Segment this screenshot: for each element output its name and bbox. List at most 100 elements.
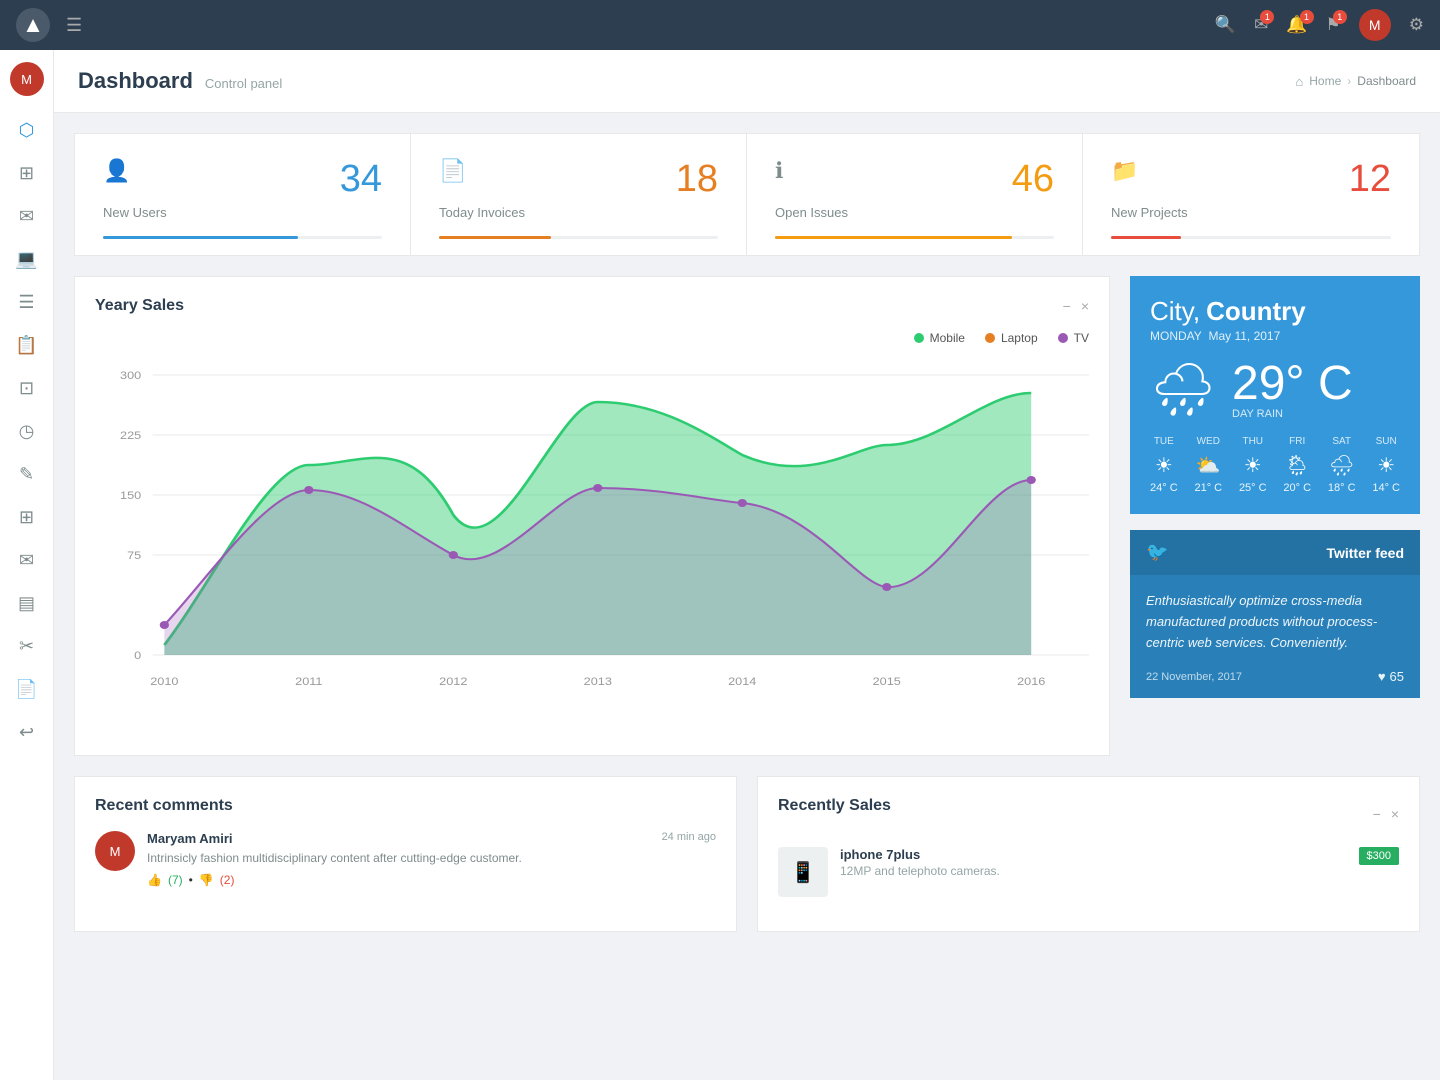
sales-price: $300: [1359, 847, 1399, 865]
stat-bar-fill-users: [103, 236, 298, 239]
sidebar-item-document[interactable]: 📄: [0, 671, 53, 708]
legend-tv: TV: [1058, 331, 1089, 345]
stat-label-issues: Open Issues: [775, 205, 1054, 220]
svg-text:2012: 2012: [439, 675, 467, 688]
sidebar-item-table[interactable]: ⊞: [0, 499, 53, 536]
forecast-sun-label: SUN: [1372, 436, 1400, 447]
sales-chart: 300 225 150 75 0 2010 2011 2012 2013 201…: [95, 355, 1089, 735]
bottom-row: Recent comments M Maryam Amiri 24 min ag…: [74, 776, 1420, 932]
sidebar-item-box[interactable]: ⊡: [0, 370, 53, 407]
comment-author: Maryam Amiri: [147, 831, 233, 846]
tv-dot-4: [593, 484, 602, 492]
invoice-icon: 📄: [439, 158, 466, 184]
stat-top: 👤 34: [103, 158, 382, 201]
thumbs-down-count: (2): [220, 873, 235, 887]
recently-sales-title: Recently Sales: [778, 797, 891, 815]
sidebar-item-mail[interactable]: ✉: [0, 198, 53, 235]
sidebar-item-laptop[interactable]: 💻: [0, 241, 53, 278]
chart-header: Yeary Sales − ×: [95, 297, 1089, 315]
forecast-tue-temp: 24° C: [1150, 482, 1178, 494]
breadcrumb-home[interactable]: Home: [1309, 74, 1341, 88]
settings-icon[interactable]: ⚙: [1409, 15, 1424, 35]
breadcrumb: ⌂ Home › Dashboard: [1295, 74, 1416, 89]
forecast-wed-label: WED: [1194, 436, 1222, 447]
sidebar-item-note[interactable]: ✎: [0, 456, 53, 493]
svg-text:2016: 2016: [1017, 675, 1046, 688]
flag-icon[interactable]: ⚑ 1: [1326, 15, 1341, 35]
legend-label-laptop: Laptop: [1001, 331, 1038, 345]
stats-row: 👤 34 New Users 📄 18 Today Invoices ℹ 46: [74, 133, 1420, 256]
sidebar-item-clock[interactable]: ◷: [0, 413, 53, 450]
breadcrumb-separator: ›: [1347, 74, 1351, 88]
sidebar-item-copy[interactable]: 📋: [0, 327, 53, 364]
bell-icon[interactable]: 🔔 1: [1286, 15, 1307, 35]
sales-minimize-button[interactable]: −: [1373, 806, 1381, 822]
page-header: Dashboard Control panel ⌂ Home › Dashboa…: [54, 50, 1440, 113]
legend-label-tv: TV: [1074, 331, 1089, 345]
mail-icon[interactable]: ✉ 1: [1254, 15, 1268, 35]
sales-close-button[interactable]: ×: [1391, 806, 1399, 822]
sidebar-item-dashboard[interactable]: ⬡: [0, 112, 53, 149]
sidebar-item-tool[interactable]: ✂: [0, 628, 53, 665]
stat-number-issues: 46: [1012, 158, 1054, 201]
weather-condition: DAY RAIN: [1232, 408, 1353, 420]
svg-text:2013: 2013: [584, 675, 613, 688]
comment-text: Intrinsicly fashion multidisciplinary co…: [147, 849, 716, 867]
comment-avatar: M: [95, 831, 135, 871]
chart-close-button[interactable]: ×: [1081, 298, 1089, 314]
legend-label-mobile: Mobile: [930, 331, 965, 345]
twitter-like-count: 65: [1390, 669, 1404, 684]
forecast-fri: FRI 🌦 20° C: [1283, 436, 1311, 494]
topnav-left: ▲ ☰: [16, 8, 82, 42]
chart-controls: − ×: [1063, 298, 1089, 314]
weather-country: Country: [1206, 296, 1306, 327]
sidebar-item-barchart[interactable]: ▤: [0, 585, 53, 622]
weather-day: MONDAY: [1150, 329, 1202, 343]
stat-bar-issues: [775, 236, 1054, 239]
weather-cloud-icon: 🌧: [1150, 359, 1216, 420]
twitter-body: Enthusiastically optimize cross-media ma…: [1130, 575, 1420, 669]
forecast-tue: TUE ☀ 24° C: [1150, 436, 1178, 494]
stat-card-new-users: 👤 34 New Users: [75, 134, 411, 255]
content-row: Yeary Sales − × Mobile Laptop TV: [74, 276, 1420, 756]
forecast-thu-label: THU: [1239, 436, 1267, 447]
stat-number-invoices: 18: [676, 158, 718, 201]
svg-text:2014: 2014: [728, 675, 757, 688]
dot-separator: •: [189, 873, 193, 887]
forecast-tue-label: TUE: [1150, 436, 1178, 447]
thumbs-up-icon[interactable]: 👍: [147, 873, 162, 887]
sidebar-item-list[interactable]: ☰: [0, 284, 53, 321]
thumbs-down-icon[interactable]: 👎: [199, 873, 214, 887]
mail-badge: 1: [1260, 10, 1274, 24]
weather-full-date: May 11, 2017: [1208, 329, 1280, 343]
topnav-right: 🔍 ✉ 1 🔔 1 ⚑ 1 M ⚙: [1215, 9, 1424, 41]
sidebar-item-grid[interactable]: ⊞: [0, 155, 53, 192]
chart-legend: Mobile Laptop TV: [95, 331, 1089, 345]
hamburger-button[interactable]: ☰: [66, 15, 82, 36]
forecast-fri-label: FRI: [1283, 436, 1311, 447]
twitter-footer: 22 November, 2017 ♥ 65: [1130, 669, 1420, 698]
weather-main: 🌧 29° C DAY RAIN: [1150, 359, 1400, 420]
sales-product-image: 📱: [778, 847, 828, 897]
forecast-fri-temp: 20° C: [1283, 482, 1311, 494]
forecast-wed-temp: 21° C: [1194, 482, 1222, 494]
search-icon[interactable]: 🔍: [1215, 15, 1236, 35]
tv-dot-6: [882, 583, 891, 591]
logo[interactable]: ▲: [16, 8, 50, 42]
recently-sales-header: Recently Sales − ×: [778, 797, 1399, 831]
chart-minimize-button[interactable]: −: [1063, 298, 1071, 314]
stat-number-users: 34: [340, 158, 382, 201]
sales-product-desc: 12MP and telephoto cameras.: [840, 864, 1347, 878]
sidebar-item-share[interactable]: ↩: [0, 714, 53, 751]
flag-badge: 1: [1333, 10, 1347, 24]
legend-dot-laptop: [985, 333, 995, 343]
svg-text:0: 0: [134, 649, 141, 662]
sidebar-avatar[interactable]: M: [10, 62, 44, 96]
twitter-likes: ♥ 65: [1378, 669, 1404, 684]
sidebar-item-envelope[interactable]: ✉: [0, 542, 53, 579]
stat-bar-fill-invoices: [439, 236, 551, 239]
weather-widget: City, Country MONDAY May 11, 2017 🌧 29° …: [1130, 276, 1420, 514]
svg-text:75: 75: [127, 549, 142, 562]
user-avatar[interactable]: M: [1359, 9, 1391, 41]
page-title-group: Dashboard Control panel: [78, 68, 282, 94]
